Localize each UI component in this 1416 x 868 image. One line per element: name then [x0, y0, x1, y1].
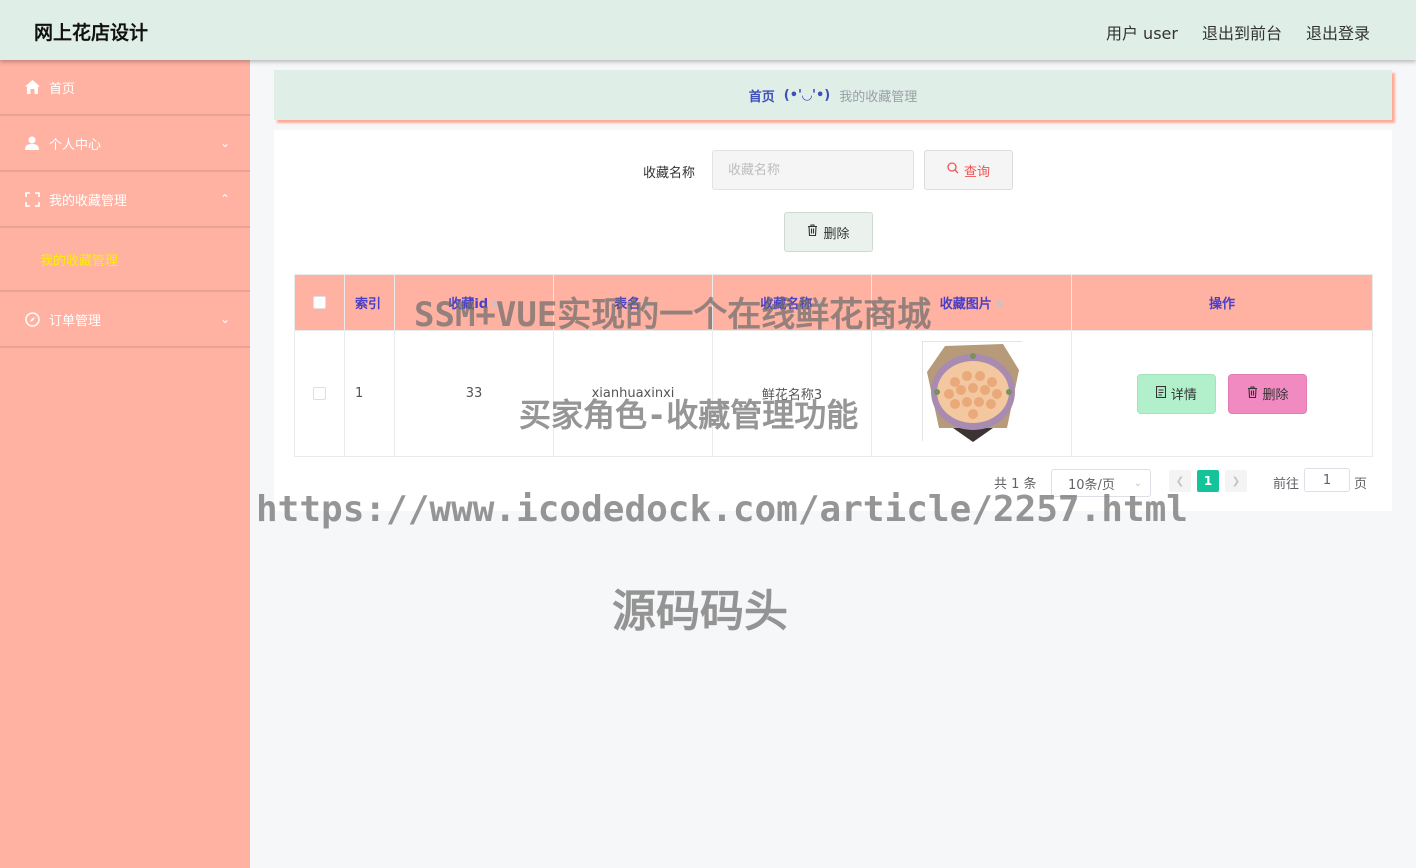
sidebar: 首页 个人中心 ⌄ 我的收藏管理 ⌃ 我的收藏管理 订单管理 ⌄	[0, 60, 250, 868]
query-button[interactable]: 查询	[924, 150, 1013, 190]
home-icon	[24, 79, 40, 95]
trash-icon	[807, 224, 818, 240]
sidebar-item-label: 订单管理	[49, 313, 102, 329]
header-links: 用户 user 退出到前台 退出登录	[1106, 20, 1370, 44]
document-icon	[1155, 385, 1166, 402]
sidebar-subitem-favorites[interactable]: 我的收藏管理	[0, 228, 250, 292]
sidebar-item-home[interactable]: 首页	[0, 60, 250, 116]
row-delete-button[interactable]: 删除	[1228, 373, 1308, 414]
column-header-fav-id[interactable]: 收藏id ⇅	[394, 274, 554, 331]
favorites-icon	[24, 191, 40, 207]
row-delete-label: 删除	[1262, 388, 1289, 403]
table-row: 1 33 xianhuaxinxi 鲜花名称3 详情 删除	[294, 330, 1373, 457]
next-page-button[interactable]: ❯	[1225, 470, 1247, 492]
batch-delete-label: 删除	[823, 226, 850, 242]
row-select-cell	[294, 330, 345, 457]
sidebar-item-orders[interactable]: 订单管理 ⌄	[0, 292, 250, 348]
sort-icon[interactable]: ⇅	[644, 300, 652, 310]
chevron-up-icon: ⌃	[219, 192, 230, 206]
table-header-row: 索引 收藏id ⇅ 表名 ⇅ 收藏名称 ⇅ 收藏图片 ⇅ 操作	[294, 274, 1373, 331]
user-link[interactable]: 用户 user	[1106, 20, 1178, 44]
sidebar-item-favorites[interactable]: 我的收藏管理 ⌃	[0, 172, 250, 228]
search-label: 收藏名称	[643, 166, 696, 181]
goto-page-input[interactable]	[1304, 468, 1350, 492]
exit-to-front-link[interactable]: 退出到前台	[1202, 20, 1282, 44]
sidebar-item-profile[interactable]: 个人中心 ⌄	[0, 116, 250, 172]
chevron-down-icon: ⌄	[219, 312, 230, 326]
column-header-label: 表名	[614, 297, 641, 312]
page-number-button[interactable]: 1	[1197, 470, 1219, 492]
column-header-label: 收藏图片	[939, 297, 992, 312]
compass-icon	[24, 311, 40, 327]
breadcrumb-current: 我的收藏管理	[839, 89, 918, 105]
chevron-down-icon: ⌄	[219, 136, 230, 150]
cell-index: 1	[344, 330, 395, 457]
page-size-value: 10条/页	[1068, 477, 1115, 493]
cell-table-name: xianhuaxinxi	[553, 330, 713, 457]
cell-actions: 详情 删除	[1071, 330, 1373, 457]
breadcrumb-home[interactable]: 首页	[749, 86, 775, 105]
user-icon	[24, 135, 40, 151]
select-all-checkbox[interactable]	[313, 296, 326, 309]
detail-button[interactable]: 详情	[1136, 373, 1216, 414]
query-button-label: 查询	[963, 164, 990, 180]
sort-icon[interactable]: ⇅	[816, 300, 824, 310]
pagination-total: 共 1 条	[994, 477, 1037, 492]
watermark-brand: 源码码头	[612, 586, 788, 637]
column-header-index: 索引	[344, 274, 395, 331]
search-input[interactable]	[712, 150, 914, 190]
chevron-down-icon: ⌄	[1133, 477, 1142, 489]
column-header-label: 收藏名称	[760, 297, 813, 312]
column-header-fav-image[interactable]: 收藏图片 ⇅	[871, 274, 1072, 331]
row-checkbox[interactable]	[313, 387, 326, 400]
breadcrumb-separator: (•'◡'•)	[783, 87, 831, 103]
page-suffix-label: 页	[1354, 477, 1368, 492]
sort-icon[interactable]: ⇅	[996, 300, 1004, 310]
cell-fav-image	[871, 330, 1072, 457]
select-all-cell	[294, 274, 345, 331]
column-header-fav-name[interactable]: 收藏名称 ⇅	[712, 274, 872, 331]
sidebar-item-label: 我的收藏管理	[49, 193, 128, 209]
app-title: 网上花店设计	[34, 22, 149, 44]
column-header-actions: 操作	[1071, 274, 1373, 331]
sort-icon[interactable]: ⇅	[492, 300, 500, 310]
main-panel: 收藏名称 查询 删除 索引 收藏id⇅ 表名⇅ 收藏名称⇅ 收藏图片⇅ 操作	[274, 130, 1392, 511]
logout-link[interactable]: 退出登录	[1306, 20, 1370, 44]
prev-page-button[interactable]: ❮	[1169, 470, 1191, 492]
chevron-right-icon: ❯	[1231, 475, 1241, 487]
breadcrumb: 首页 (•'◡'•) 我的收藏管理	[274, 70, 1392, 120]
page-size-select[interactable]: 10条/页 ⌄	[1051, 469, 1151, 497]
batch-delete-button[interactable]: 删除	[784, 212, 873, 252]
column-header-label: 收藏id	[448, 297, 489, 312]
search-icon	[947, 162, 959, 178]
column-header-table-name[interactable]: 表名 ⇅	[553, 274, 713, 331]
trash-icon	[1247, 385, 1258, 402]
cell-fav-id: 33	[394, 330, 554, 457]
chevron-left-icon: ❮	[1175, 475, 1185, 487]
flower-bouquet-image[interactable]	[921, 341, 1023, 442]
cell-fav-name: 鲜花名称3	[712, 330, 872, 457]
sidebar-item-label: 个人中心	[49, 137, 102, 153]
goto-label: 前往	[1273, 477, 1300, 492]
detail-button-label: 详情	[1170, 388, 1197, 403]
top-bar: 网上花店设计 用户 user 退出到前台 退出登录	[0, 0, 1416, 60]
favorites-table: 索引 收藏id ⇅ 表名 ⇅ 收藏名称 ⇅ 收藏图片 ⇅ 操作 1 33 xianhua…	[294, 274, 1373, 457]
sidebar-item-label: 首页	[49, 81, 76, 97]
